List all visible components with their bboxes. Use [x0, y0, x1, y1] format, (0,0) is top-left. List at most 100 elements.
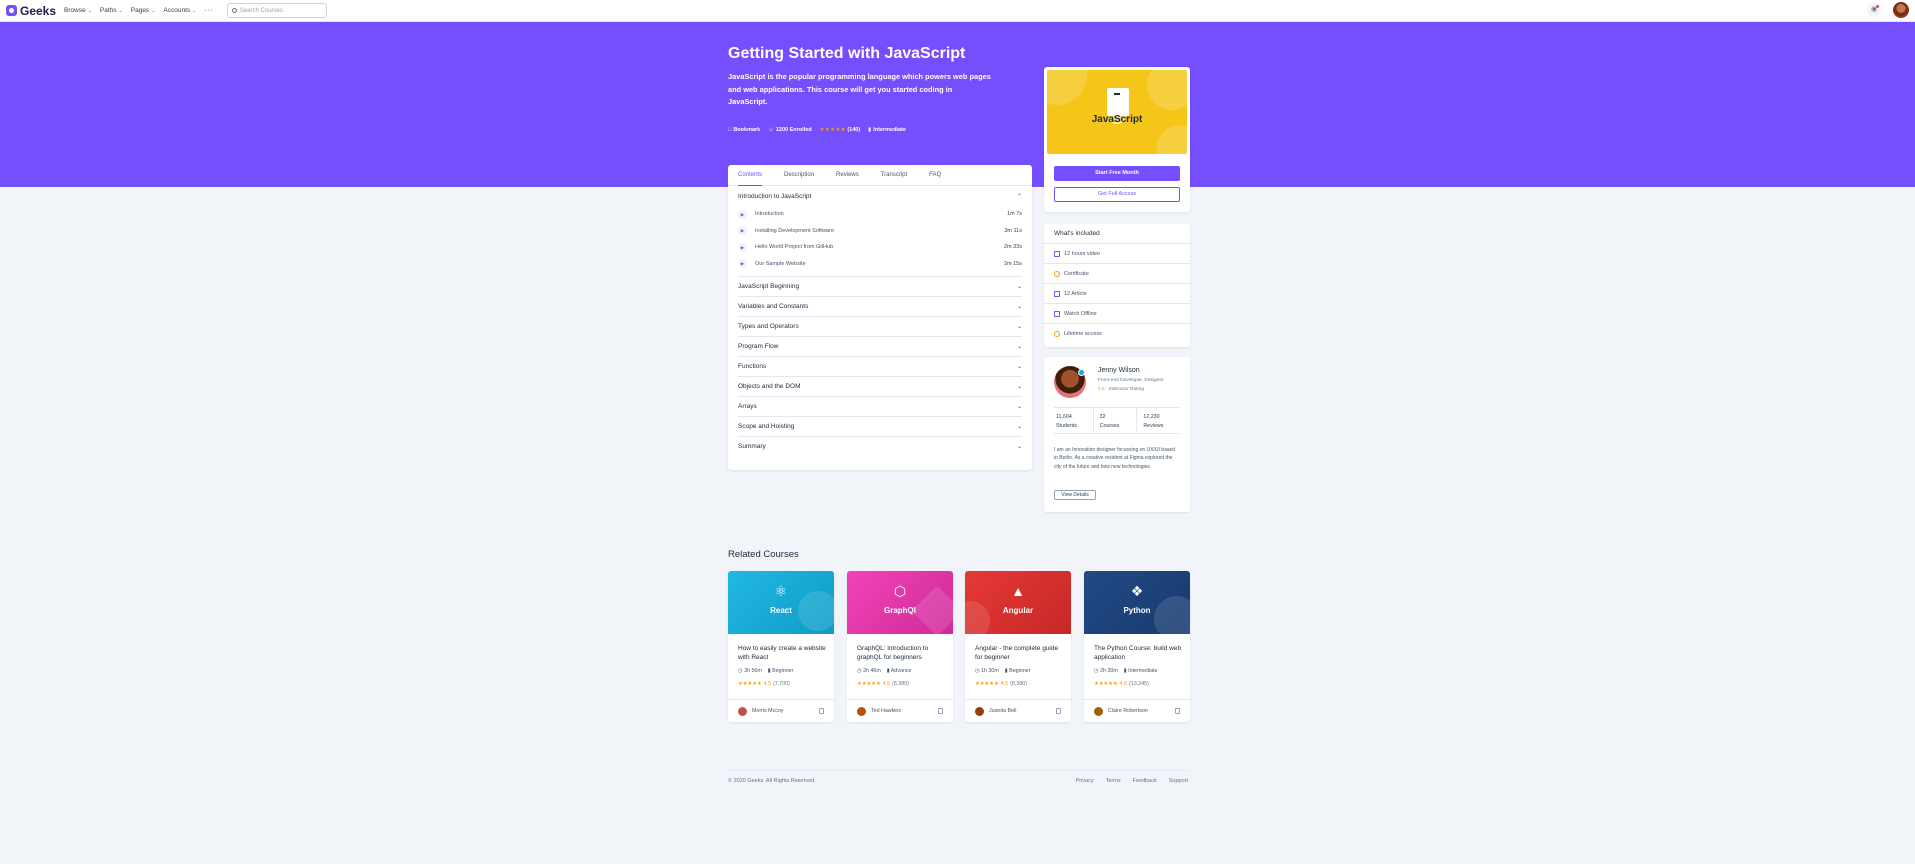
chevron-down-icon: ⌄ [1016, 364, 1022, 370]
course-title: Getting Started with JavaScript [728, 45, 966, 62]
author-name: Claire Robertson [1108, 708, 1148, 714]
notification-bell-icon[interactable]: ◉ [1867, 3, 1881, 17]
lesson-item[interactable]: ▶ Installing Development Software 3m 11s [738, 223, 1022, 240]
brand-name: Geeks [20, 3, 57, 18]
nav-accounts[interactable]: Accounts ⌄ [163, 7, 196, 14]
footer-link-terms[interactable]: Terms [1106, 778, 1121, 784]
lesson-item[interactable]: ▶ Our Sample Website 2m 15s [738, 256, 1022, 273]
course-preview-video[interactable]: ▶ JavaScript [1047, 70, 1187, 154]
author-avatar [857, 706, 866, 716]
course-level: ▮ Intermediate [1123, 668, 1158, 674]
course-card-angular[interactable]: ▲ Angular Angular - the complete guide f… [965, 571, 1071, 722]
user-avatar[interactable] [1893, 2, 1909, 18]
section-row[interactable]: Program Flow ⌄ [738, 336, 1022, 356]
bookmark-icon[interactable] [1175, 708, 1180, 714]
tab-description[interactable]: Description [784, 165, 814, 186]
article-icon [1054, 290, 1060, 297]
section-row[interactable]: Summary ⌄ [738, 436, 1022, 456]
bookmark-icon[interactable] [938, 708, 943, 714]
python-icon: ❖ [1130, 583, 1144, 599]
footer-link-privacy[interactable]: Privacy [1076, 778, 1094, 784]
tab-reviews[interactable]: Reviews [836, 165, 859, 186]
course-card-graphql[interactable]: ⬡ GraphQl GraphQL: introduction to graph… [847, 571, 953, 722]
nav-browse-label: Browse [64, 7, 86, 14]
chevron-up-icon: ⌃ [1016, 193, 1022, 200]
lesson-duration: 2m 15s [1003, 260, 1022, 267]
course-title: How to easily create a website with Reac… [738, 645, 826, 661]
course-meta: □ Bookmark ☺ 1200 Enrolled ★★★★★ (140) ▮ In… [728, 127, 906, 133]
star-rating-icon: ★★★★★ [819, 127, 846, 133]
tab-faq[interactable]: FAQ [929, 165, 941, 186]
included-item: 12 hours video [1044, 244, 1190, 264]
course-level: ▮ Advance [886, 668, 912, 674]
author-avatar [975, 706, 984, 716]
course-content-card: Contents Description Reviews Transcript … [728, 165, 1032, 470]
start-free-month-button[interactable]: Start Free Month [1054, 166, 1180, 181]
course-time-value: 2h 30m [1100, 668, 1118, 674]
section-title: Introduction to JavaScript [738, 192, 812, 200]
section-title: Functions [738, 363, 767, 370]
tab-contents[interactable]: Contents [738, 165, 763, 186]
course-level: ▮ Intermediate [868, 127, 906, 133]
included-item: Watch Offline [1044, 304, 1190, 324]
course-rating: ★★★★★ 4.5 (13,245) [1094, 681, 1149, 687]
author-name: Juanita Bell [989, 708, 1017, 714]
course-meta: ◷ 2h 46m ▮ Advance [857, 668, 912, 674]
course-card-python[interactable]: ❖ Python The Python Course: build web ap… [1084, 571, 1190, 722]
nav-pages[interactable]: Pages ⌄ [131, 7, 156, 14]
get-full-access-button[interactable]: Get Full Access [1054, 187, 1180, 202]
bookmark-icon[interactable] [1056, 708, 1061, 714]
section-row[interactable]: Arrays ⌄ [738, 396, 1022, 416]
chevron-down-icon: ⌄ [1016, 404, 1022, 410]
geeks-logo-icon [6, 5, 17, 16]
section-row[interactable]: Scope and Hoisting ⌄ [738, 416, 1022, 436]
instructor-rating: 4.5 Instructor Rating [1098, 387, 1144, 392]
video-icon [1054, 250, 1060, 257]
footer-link-support[interactable]: Support [1169, 778, 1188, 784]
course-level-value: Advance [890, 668, 912, 674]
chevron-down-icon: ⌄ [1016, 304, 1022, 310]
course-footer: Juanita Bell [965, 699, 1071, 722]
bookmark-button[interactable]: □ Bookmark [728, 127, 760, 133]
lesson-title: Our Sample Website [755, 260, 806, 267]
course-card-react[interactable]: ⚛ React How to easily create a website w… [728, 571, 834, 722]
section-title: JavaScript Beginning [738, 283, 800, 290]
included-item: Certificate [1044, 264, 1190, 284]
search-icon [231, 8, 237, 13]
rating-count: (6,380) [892, 681, 909, 687]
instructor-bio: I am an Innovation designer focussing on… [1054, 447, 1175, 470]
nav-more-button[interactable]: ··· [204, 7, 213, 14]
section-row[interactable]: JavaScript Beginning ⌄ [738, 276, 1022, 296]
decor-circle [1157, 125, 1187, 154]
course-time-value: 3h 56m [744, 668, 762, 674]
tab-transcript[interactable]: Transcript [881, 165, 907, 186]
course-thumbnail: ❖ Python [1084, 571, 1190, 634]
section-row[interactable]: Functions ⌄ [738, 356, 1022, 376]
footer-link-feedback[interactable]: Feedback [1133, 778, 1157, 784]
certificate-icon [1054, 270, 1060, 277]
lesson-item[interactable]: ▶ Hello World Project from GitHub 2m 33s [738, 239, 1022, 256]
section-row[interactable]: Objects and the DOM ⌄ [738, 376, 1022, 396]
star-rating-icon: ★★★★★ [857, 681, 881, 687]
view-details-button[interactable]: View Details [1054, 490, 1096, 500]
search-input[interactable]: Search Courses [226, 3, 327, 18]
instructor-name: Jenny Wilson [1098, 367, 1140, 374]
play-icon: ▶ [738, 259, 747, 269]
stat-label: Reviews [1143, 423, 1164, 429]
section-row[interactable]: Variables and Constants ⌄ [738, 296, 1022, 316]
section-header-introduction[interactable]: Introduction to JavaScript ⌃ [738, 186, 1022, 206]
lesson-item[interactable]: ▶ Introduction 1m 7s [738, 206, 1022, 223]
stat-value: 32 [1099, 414, 1106, 420]
play-icon: ▶ [738, 226, 747, 236]
section-title: Objects and the DOM [738, 383, 801, 390]
bookmark-icon[interactable] [819, 708, 824, 714]
author-avatar [738, 706, 747, 716]
section-title: Scope and Hoisting [738, 423, 795, 430]
nav-right: ◉ [1867, 2, 1909, 18]
brand-logo[interactable]: Geeks [6, 4, 56, 18]
nav-browse[interactable]: Browse ⌄ [64, 7, 92, 14]
stat-courses: 32 Courses [1092, 408, 1137, 433]
section-row[interactable]: Types and Operators ⌄ [738, 316, 1022, 336]
star-rating-icon: ★★★★★ [738, 681, 762, 687]
nav-paths[interactable]: Paths ⌄ [100, 7, 123, 14]
